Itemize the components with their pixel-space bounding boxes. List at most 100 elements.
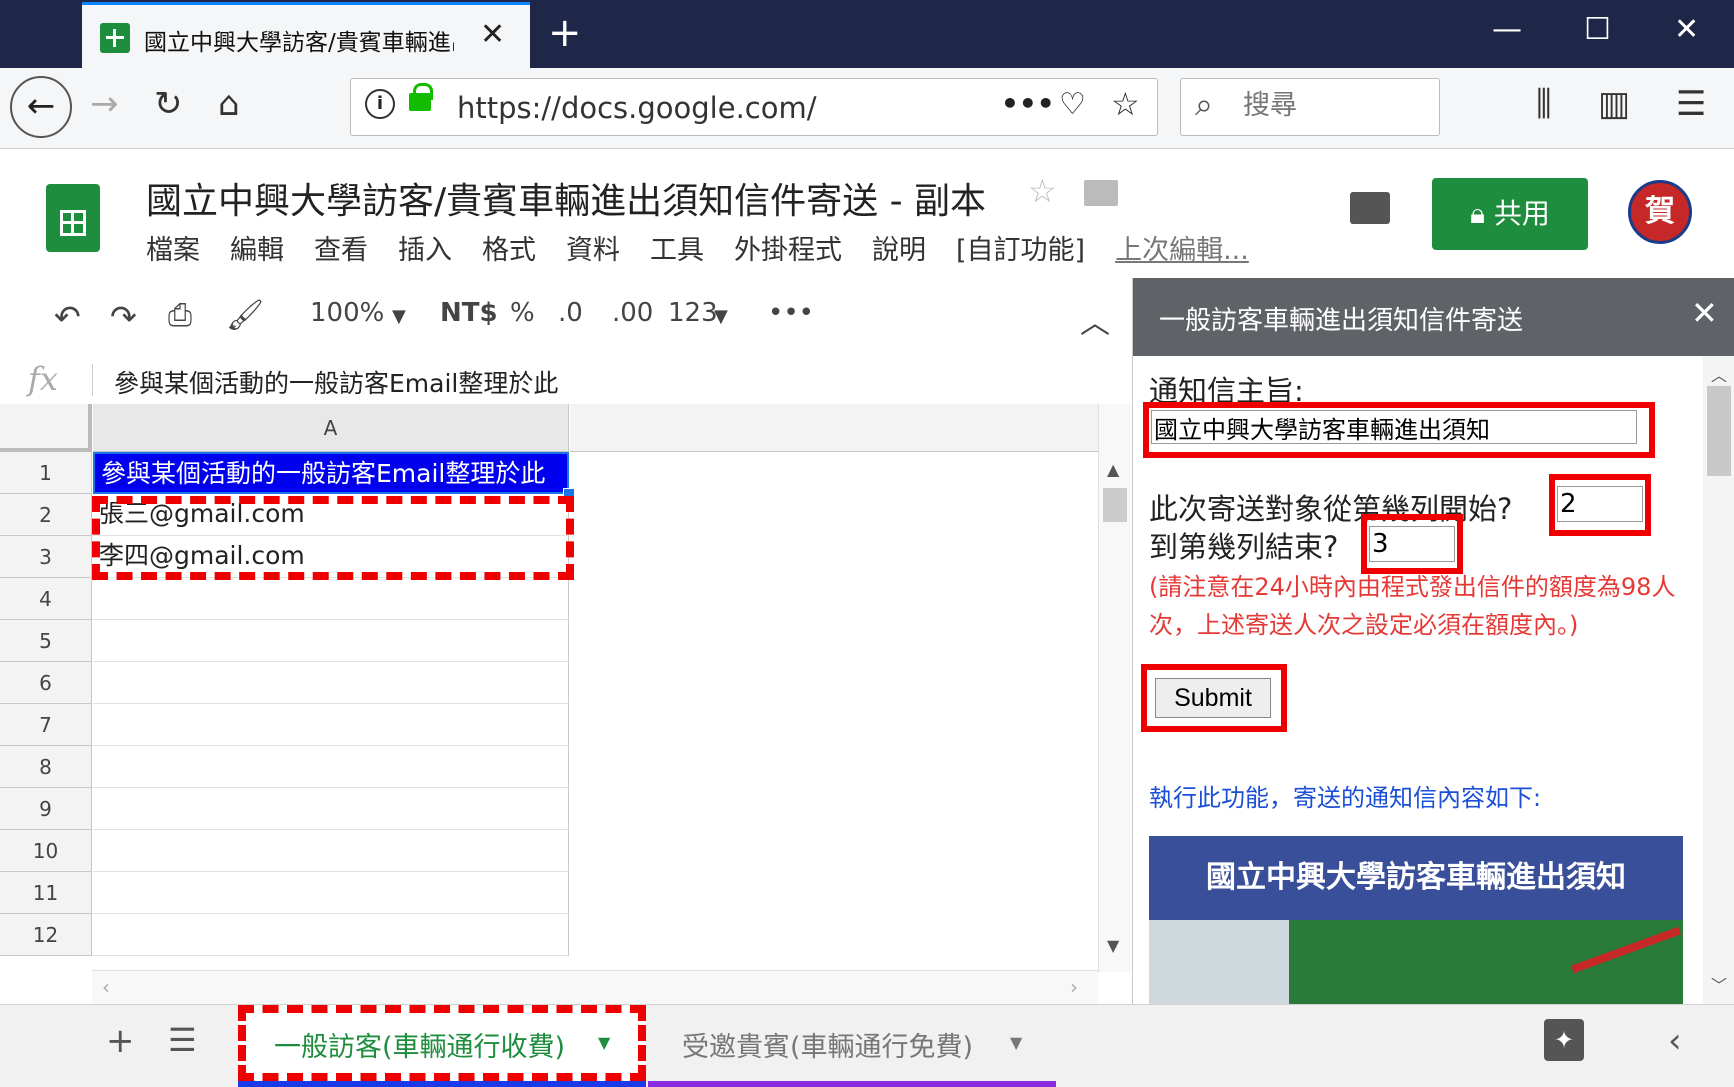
cell-a6[interactable] xyxy=(93,662,569,704)
row-header[interactable]: 6 xyxy=(0,662,92,704)
row-header[interactable]: 5 xyxy=(0,620,92,662)
row-header[interactable]: 7 xyxy=(0,704,92,746)
increase-decimal-button[interactable]: .00 xyxy=(612,298,653,328)
menu-data[interactable]: 資料 xyxy=(566,235,620,266)
search-input[interactable] xyxy=(1241,89,1425,122)
row-header[interactable]: 12 xyxy=(0,914,92,956)
row-header[interactable]: 11 xyxy=(0,872,92,914)
all-sheets-icon[interactable]: ☰ xyxy=(168,1021,197,1059)
page-actions-icon[interactable]: ••• xyxy=(1001,87,1055,120)
undo-icon[interactable]: ↶ xyxy=(54,298,81,336)
collapse-chevron-up-icon[interactable]: ︿ xyxy=(1080,298,1110,342)
url-text: https://docs.google.com/spreadshe xyxy=(457,91,817,125)
maximize-window-icon[interactable]: ☐ xyxy=(1584,12,1611,47)
paint-format-icon[interactable]: 🖌︎ xyxy=(226,298,264,333)
collapse-side-panel-icon[interactable]: ‹ xyxy=(1668,1021,1682,1061)
more-tools-button[interactable]: ••• xyxy=(768,298,814,328)
sidebar-scrollbar[interactable]: ︿ ﹀ xyxy=(1703,356,1734,1004)
cell-a7[interactable] xyxy=(93,704,569,746)
menu-tools[interactable]: 工具 xyxy=(650,235,704,266)
menu-file[interactable]: 檔案 xyxy=(146,235,200,266)
zoom-dropdown-icon[interactable]: ▼ xyxy=(392,306,406,327)
last-edit-link[interactable]: 上次編輯... xyxy=(1115,235,1249,266)
share-button[interactable]: 🔒︎ 共用 xyxy=(1432,178,1588,250)
cell-a12[interactable] xyxy=(93,914,569,956)
menu-help[interactable]: 說明 xyxy=(872,235,926,266)
formula-bar: fx 參與某個活動的一般訪客Email整理於此 xyxy=(0,356,1130,405)
menu-icon[interactable]: ☰ xyxy=(1676,84,1706,124)
cell-a5[interactable] xyxy=(93,620,569,662)
row-header[interactable]: 2 xyxy=(0,494,92,536)
fx-icon: fx xyxy=(28,360,58,398)
avatar[interactable]: 賀 xyxy=(1628,180,1692,244)
explore-icon[interactable]: ✦ xyxy=(1544,1019,1584,1061)
menu-format[interactable]: 格式 xyxy=(482,235,536,266)
scroll-left-icon[interactable]: ‹ xyxy=(102,975,110,999)
library-icon[interactable]: ⫼ xyxy=(1536,84,1552,124)
sidebar-toggle-icon[interactable]: ▥ xyxy=(1598,84,1630,124)
currency-format-button[interactable]: NT$ xyxy=(440,298,498,328)
row-header[interactable]: 9 xyxy=(0,788,92,830)
column-header-a[interactable]: A xyxy=(93,404,569,452)
percent-format-button[interactable]: % xyxy=(510,298,535,328)
cell-a11[interactable] xyxy=(93,872,569,914)
forward-arrow-icon[interactable]: → xyxy=(90,84,119,124)
sidebar-scroll-up-icon[interactable]: ︿ xyxy=(1711,362,1727,386)
back-arrow-icon[interactable]: ← xyxy=(10,76,72,138)
menu-custom[interactable]: [自訂功能] xyxy=(956,235,1085,266)
highlight-subject-input xyxy=(1143,402,1655,458)
scroll-up-icon[interactable]: ▲ xyxy=(1107,460,1119,479)
scroll-right-icon[interactable]: › xyxy=(1070,975,1078,999)
select-all-corner[interactable] xyxy=(0,404,92,452)
url-bar[interactable]: i https://docs.google.com/spreadshe ••• … xyxy=(350,78,1158,136)
row-header[interactable]: 3 xyxy=(0,536,92,578)
new-tab-button[interactable]: + xyxy=(548,10,582,56)
home-icon[interactable]: ⌂ xyxy=(218,84,240,124)
vertical-scrollbar[interactable]: ▲ ▼ xyxy=(1098,404,1131,972)
scroll-down-icon[interactable]: ▼ xyxy=(1107,936,1119,955)
row-header[interactable]: 1 xyxy=(0,452,92,494)
sidebar-close-icon[interactable]: ✕ xyxy=(1691,294,1718,332)
sidebar-scroll-thumb[interactable] xyxy=(1707,386,1731,476)
reload-icon[interactable]: ↻ xyxy=(154,84,183,124)
minimize-window-icon[interactable]: — xyxy=(1492,12,1522,47)
cell-a1[interactable]: 參與某個活動的一般訪客Email整理於此 xyxy=(93,452,569,494)
cell-a4[interactable] xyxy=(93,578,569,620)
sidebar-scroll-down-icon[interactable]: ﹀ xyxy=(1711,972,1727,996)
cell-a9[interactable] xyxy=(93,788,569,830)
document-title[interactable]: 國立中興大學訪客/貴賓車輛進出須知信件寄送 - 副本 xyxy=(146,172,986,224)
menu-insert[interactable]: 插入 xyxy=(398,235,452,266)
cell-a8[interactable] xyxy=(93,746,569,788)
info-icon[interactable]: i xyxy=(365,89,395,119)
more-formats-dropdown-icon[interactable]: ▼ xyxy=(714,306,728,327)
row-header[interactable]: 8 xyxy=(0,746,92,788)
folder-icon[interactable] xyxy=(1084,180,1118,206)
row-header[interactable]: 10 xyxy=(0,830,92,872)
sheets-logo-icon[interactable] xyxy=(46,184,100,252)
horizontal-scrollbar[interactable]: ‹ › xyxy=(92,970,1098,1005)
row-header[interactable]: 4 xyxy=(0,578,92,620)
sidebar-title: 一般訪客車輛進出須知信件寄送 xyxy=(1159,306,1524,336)
menu-view[interactable]: 查看 xyxy=(314,235,368,266)
close-window-icon[interactable]: ✕ xyxy=(1674,12,1699,47)
more-formats-button[interactable]: 123 xyxy=(668,298,718,328)
formula-input[interactable]: 參與某個活動的一般訪客Email整理於此 xyxy=(114,364,558,400)
menu-addons[interactable]: 外掛程式 xyxy=(734,235,842,266)
close-tab-icon[interactable]: ✕ xyxy=(480,17,505,52)
scroll-thumb[interactable] xyxy=(1103,488,1127,522)
sheet-tab-dropdown-icon[interactable]: ▼ xyxy=(1010,1033,1022,1052)
decrease-decimal-button[interactable]: .0 xyxy=(558,298,583,328)
star-icon[interactable]: ☆ xyxy=(1028,172,1057,210)
zoom-select[interactable]: 100% xyxy=(310,298,384,328)
bookmark-star-icon[interactable]: ☆ xyxy=(1111,85,1140,123)
sheet-tab-invited-guest[interactable]: 受邀貴賓(車輛通行免費) ▼ xyxy=(648,1005,1056,1087)
pocket-icon[interactable]: ♡ xyxy=(1059,87,1086,122)
menu-edit[interactable]: 編輯 xyxy=(230,235,284,266)
add-sheet-icon[interactable]: + xyxy=(106,1021,135,1061)
browser-tab[interactable]: 國立中興大學訪客/貴賓車輛進出 ✕ xyxy=(82,2,530,68)
cell-a10[interactable] xyxy=(93,830,569,872)
redo-icon[interactable]: ↷ xyxy=(110,298,137,336)
print-icon[interactable]: ⎙ xyxy=(168,298,192,333)
comments-icon[interactable] xyxy=(1350,192,1390,224)
search-bar[interactable]: ⌕ xyxy=(1180,78,1440,136)
